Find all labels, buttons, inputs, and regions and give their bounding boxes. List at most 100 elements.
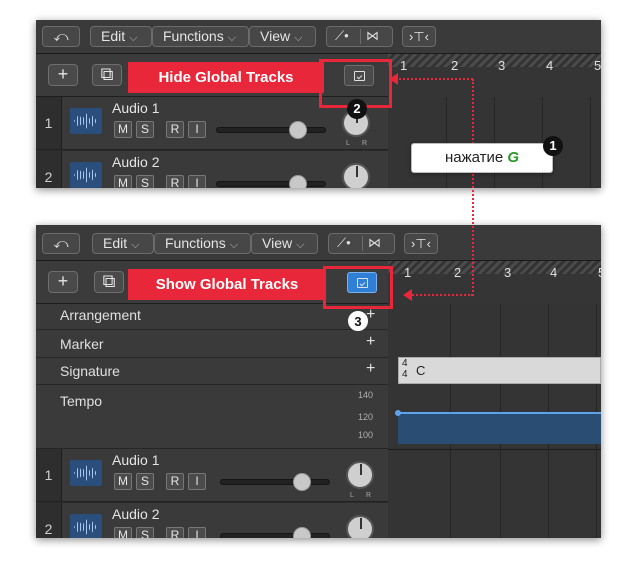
global-track-marker[interactable]: Marker + — [36, 330, 388, 358]
add-track-button[interactable]: + — [48, 64, 78, 86]
flex-icon: ⋈ — [366, 28, 379, 43]
audio-waveform-icon — [70, 162, 102, 188]
input-monitor-button[interactable]: I — [188, 527, 206, 538]
add-track-button[interactable]: + — [48, 271, 78, 293]
input-monitor-button[interactable]: I — [188, 473, 206, 490]
chevron-down-icon: ⌵ — [294, 32, 303, 44]
input-monitor-button[interactable]: I — [188, 175, 206, 188]
arrange-area[interactable]: 4 4 C — [388, 304, 601, 538]
volume-slider[interactable] — [220, 527, 330, 538]
arrow-left-icon — [389, 73, 398, 85]
ruler-bar-number: 3 — [498, 58, 506, 73]
record-button[interactable]: R — [166, 175, 184, 188]
ruler-bar-number: 2 — [454, 265, 462, 280]
track-row[interactable]: 2 Audio 2 M S R I — [36, 151, 388, 188]
back-button[interactable]: ⤺ — [42, 233, 80, 254]
track-name[interactable]: Audio 1 — [112, 452, 159, 468]
track-name[interactable]: Audio 2 — [112, 154, 159, 170]
automation-curve-icon: ⟋• — [335, 28, 349, 43]
bar-ruler[interactable]: 1 2 3 4 5 — [388, 54, 601, 97]
pan-knob[interactable] — [346, 461, 374, 489]
duplicate-icon: ⧉ — [102, 271, 116, 291]
solo-button[interactable]: S — [136, 473, 154, 490]
chevron-down-icon: ⌵ — [131, 239, 140, 251]
catch-icon: ›⊤‹ — [409, 29, 429, 44]
tracks-window-after: ⤺ Edit ⌵ Functions ⌵ View ⌵ ⟋• ⋈ ›⊤‹ + ⧉ Sh… — [36, 225, 601, 538]
duplicate-icon: ⧉ — [100, 64, 114, 84]
track-name[interactable]: Audio 1 — [112, 100, 159, 116]
functions-menu[interactable]: Functions ⌵ — [154, 233, 251, 254]
volume-knob[interactable] — [289, 175, 307, 188]
key-signature: C — [416, 363, 426, 378]
duplicate-track-button[interactable]: ⧉ — [94, 271, 124, 293]
edit-menu[interactable]: Edit ⌵ — [90, 26, 152, 47]
global-track-signature[interactable]: Signature + — [36, 358, 388, 385]
volume-slider[interactable] — [220, 473, 330, 491]
ruler-bar-number: 4 — [546, 58, 554, 73]
tempo-point[interactable] — [395, 410, 401, 416]
view-menu[interactable]: View ⌵ — [249, 26, 316, 47]
hide-global-tracks-label: Hide Global Tracks — [128, 62, 324, 93]
tempo-line[interactable] — [398, 412, 601, 414]
pan-right-label: R — [362, 140, 368, 147]
solo-button[interactable]: S — [136, 121, 154, 138]
track-row[interactable]: 1 Audio 1 M S R I L R — [36, 449, 388, 502]
connector-line — [409, 294, 473, 296]
back-arrow-icon: ⤺ — [53, 235, 69, 251]
add-signature-icon[interactable]: + — [366, 360, 375, 378]
chevron-down-icon: ⌵ — [229, 239, 239, 251]
volume-knob[interactable] — [293, 527, 311, 538]
audio-waveform-icon — [70, 514, 102, 538]
functions-menu[interactable]: Functions ⌵ — [152, 26, 249, 47]
tempo-scale-label: 120 — [358, 412, 374, 422]
track-name[interactable]: Audio 2 — [112, 506, 159, 522]
tempo-scale-label: 140 — [358, 390, 374, 400]
global-track-tempo[interactable]: Tempo 140 120 100 — [36, 385, 388, 449]
solo-button[interactable]: S — [136, 527, 154, 538]
automation-tools[interactable]: ⟋• ⋈ — [326, 26, 393, 47]
signature-region[interactable]: 4 4 C — [398, 357, 601, 384]
solo-button[interactable]: S — [136, 175, 154, 188]
record-button[interactable]: R — [166, 121, 184, 138]
pan-left-label: L — [350, 492, 354, 499]
keypress-callout: нажатие G — [411, 143, 553, 173]
step-badge-1: 1 — [543, 136, 563, 156]
catch-button[interactable]: ›⊤‹ — [404, 233, 438, 254]
tempo-region[interactable] — [395, 410, 601, 444]
input-monitor-button[interactable]: I — [188, 121, 206, 138]
track-row[interactable]: 2 Audio 2 M S R I — [36, 503, 388, 538]
back-arrow-icon: ⤺ — [53, 28, 69, 44]
ruler-bar-number: 3 — [504, 265, 512, 280]
pan-left-label: L — [346, 140, 350, 147]
record-button[interactable]: R — [166, 473, 184, 490]
catch-button[interactable]: ›⊤‹ — [402, 26, 436, 47]
volume-knob[interactable] — [293, 473, 311, 491]
pan-knob[interactable] — [342, 163, 370, 188]
bar-ruler[interactable]: 1 2 3 4 5 — [388, 261, 601, 304]
audio-waveform-icon — [70, 108, 102, 134]
ruler-bar-number: 5 — [598, 265, 601, 280]
arrow-left-icon — [403, 289, 412, 301]
view-menu[interactable]: View ⌵ — [251, 233, 318, 254]
duplicate-track-button[interactable]: ⧉ — [92, 64, 122, 86]
mute-button[interactable]: M — [114, 175, 132, 188]
tempo-scale-label: 100 — [358, 430, 374, 440]
volume-slider[interactable] — [216, 175, 326, 188]
back-button[interactable]: ⤺ — [42, 26, 80, 47]
connector-line — [395, 78, 473, 80]
control-bar: ⤺ Edit ⌵ Functions ⌵ View ⌵ ⟋• ⋈ ›⊤‹ — [36, 225, 601, 261]
control-bar: ⤺ Edit ⌵ Functions ⌵ View ⌵ ⟋• ⋈ ›⊤‹ — [36, 20, 601, 54]
edit-menu[interactable]: Edit ⌵ — [92, 233, 154, 254]
chevron-down-icon: ⌵ — [129, 32, 138, 44]
automation-tools[interactable]: ⟋• ⋈ — [328, 233, 395, 254]
volume-knob[interactable] — [289, 121, 307, 139]
mute-button[interactable]: M — [114, 121, 132, 138]
pan-knob[interactable] — [346, 515, 374, 538]
volume-slider[interactable] — [216, 121, 326, 139]
add-marker-icon[interactable]: + — [366, 333, 375, 351]
mute-button[interactable]: M — [114, 473, 132, 490]
mute-button[interactable]: M — [114, 527, 132, 538]
record-button[interactable]: R — [166, 527, 184, 538]
pan-right-label: R — [366, 492, 372, 499]
chevron-down-icon: ⌵ — [296, 239, 305, 251]
